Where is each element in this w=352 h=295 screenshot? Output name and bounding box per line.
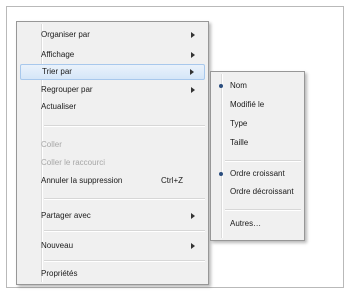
sort-by-submenu: Nom Modifié le Type Taille Ordre croissa… xyxy=(210,71,305,241)
menu-item-label: Annuler la suppression xyxy=(41,176,123,185)
menu-item-label: Partager avec xyxy=(41,211,91,220)
menu-item-share-with[interactable]: Partager avec xyxy=(20,208,205,224)
radio-bullet-icon xyxy=(219,172,223,176)
menu-separator xyxy=(44,125,205,127)
menu-item-organize-by[interactable]: Organiser par xyxy=(20,27,205,43)
menu-item-paste[interactable]: Coller xyxy=(20,137,205,153)
menu-item-refresh[interactable]: Actualiser xyxy=(20,99,205,115)
sort-option-more[interactable]: Autres… xyxy=(214,216,301,232)
sort-order-ascending[interactable]: Ordre croissant xyxy=(214,166,301,182)
menu-item-view[interactable]: Affichage xyxy=(20,47,205,63)
menu-item-group-by[interactable]: Regrouper par xyxy=(20,82,205,98)
sort-option-date-modified[interactable]: Modifié le xyxy=(214,97,301,113)
menu-separator xyxy=(44,260,205,262)
menu-item-sort-by[interactable]: Trier par xyxy=(20,64,205,80)
sort-order-descending[interactable]: Ordre décroissant xyxy=(214,184,301,200)
menu-item-properties[interactable]: Propriétés xyxy=(20,266,205,282)
submenu-arrow-icon xyxy=(191,32,195,38)
menu-item-shortcut: Ctrl+Z xyxy=(161,176,183,185)
menu-item-label: Autres… xyxy=(230,219,262,228)
menu-item-label: Modifié le xyxy=(230,100,265,109)
menu-item-label: Trier par xyxy=(42,67,72,76)
sort-option-type[interactable]: Type xyxy=(214,116,301,132)
submenu-arrow-icon xyxy=(191,52,195,58)
menu-item-label: Ordre croissant xyxy=(230,169,285,178)
menu-separator xyxy=(225,160,301,162)
menu-item-label: Actualiser xyxy=(41,102,77,111)
menu-item-undo-delete[interactable]: Annuler la suppression Ctrl+Z xyxy=(20,173,205,189)
menu-separator xyxy=(225,209,301,211)
submenu-arrow-icon xyxy=(190,69,194,75)
menu-item-label: Coller xyxy=(41,140,62,149)
menu-item-label: Nom xyxy=(230,81,247,90)
menu-item-paste-shortcut[interactable]: Coller le raccourci xyxy=(20,155,205,171)
menu-item-label: Propriétés xyxy=(41,269,78,278)
sort-option-name[interactable]: Nom xyxy=(214,78,301,94)
menu-item-label: Nouveau xyxy=(41,241,74,250)
submenu-arrow-icon xyxy=(191,243,195,249)
submenu-arrow-icon xyxy=(191,213,195,219)
submenu-arrow-icon xyxy=(191,87,195,93)
menu-separator xyxy=(44,230,205,232)
menu-item-label: Organiser par xyxy=(41,30,90,39)
menu-item-label: Affichage xyxy=(41,50,75,59)
menu-item-label: Coller le raccourci xyxy=(41,158,106,167)
menu-item-label: Type xyxy=(230,119,248,128)
menu-item-new[interactable]: Nouveau xyxy=(20,238,205,254)
sort-option-size[interactable]: Taille xyxy=(214,135,301,151)
context-menu: Organiser par Affichage Trier par Regrou… xyxy=(16,21,209,285)
menu-item-label: Ordre décroissant xyxy=(230,187,294,196)
menu-separator xyxy=(44,198,205,200)
menu-item-label: Regrouper par xyxy=(41,85,93,94)
radio-bullet-icon xyxy=(219,84,223,88)
menu-item-label: Taille xyxy=(230,138,249,147)
